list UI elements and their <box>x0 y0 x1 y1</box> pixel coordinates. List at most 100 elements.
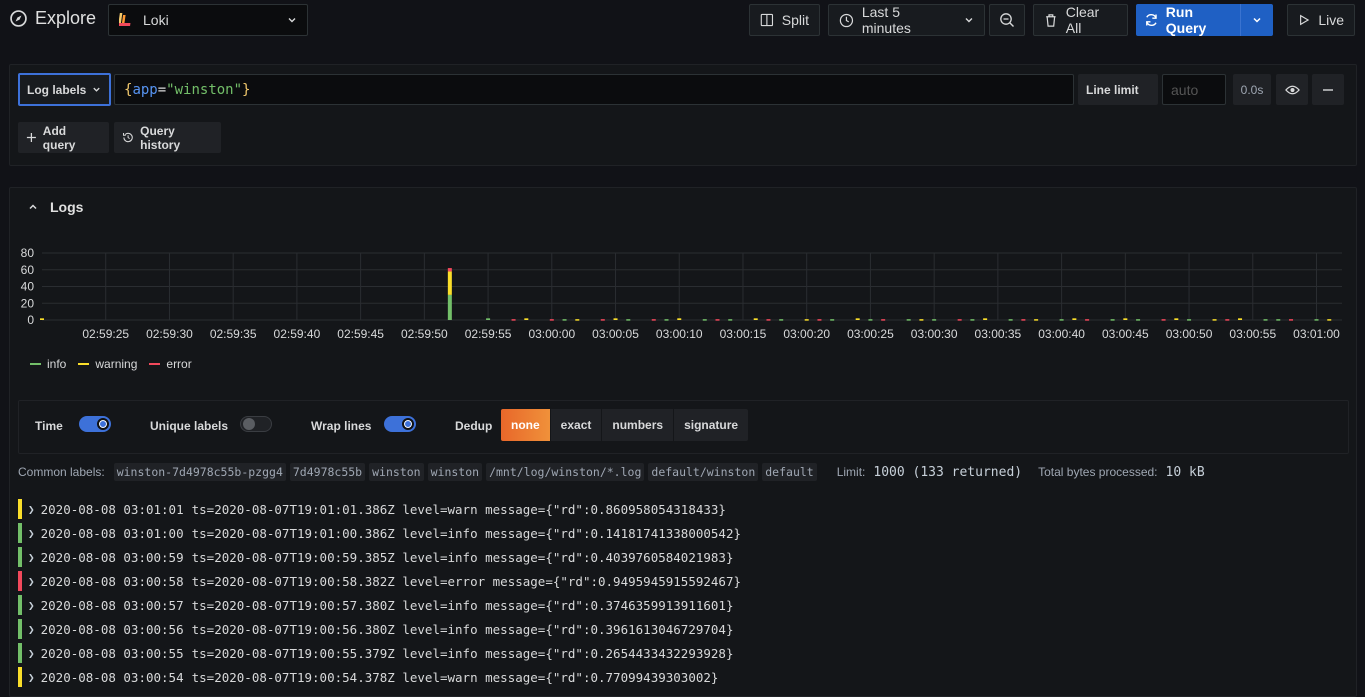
datasource-picker[interactable]: Loki <box>108 4 308 36</box>
log-timestamp: 2020-08-08 03:00:58 <box>40 573 184 589</box>
bar-error <box>1085 319 1090 321</box>
eye-icon <box>1284 85 1300 94</box>
bar-warning <box>919 319 924 321</box>
x-tick-label: 03:00:05 <box>592 327 639 341</box>
live-label: Live <box>1318 12 1344 28</box>
log-level-indicator <box>18 619 22 639</box>
logs-collapse-toggle[interactable]: Logs <box>28 199 83 215</box>
log-level-indicator <box>18 667 22 687</box>
split-button[interactable]: Split <box>749 4 820 36</box>
log-row[interactable]: ❯ 2020-08-08 03:00:59 ts=2020-08-07T19:00:… <box>18 545 1349 569</box>
dedup-radio-group: none exact numbers signature <box>501 409 749 441</box>
log-options-bar: Time Unique labels Wrap lines Dedup none… <box>18 400 1349 454</box>
bar-warning <box>1174 318 1179 320</box>
log-labels-label: Log labels <box>27 82 87 97</box>
y-tick-label: 80 <box>21 246 35 260</box>
log-row[interactable]: ❯ 2020-08-08 03:00:57 ts=2020-08-07T19:00:… <box>18 593 1349 617</box>
zoom-out-icon <box>1000 13 1014 27</box>
chevron-right-icon: ❯ <box>28 526 35 540</box>
bar-error <box>600 319 605 321</box>
legend-swatch <box>149 363 161 365</box>
x-tick-label: 03:00:25 <box>847 327 894 341</box>
bar-info <box>1008 319 1013 321</box>
play-icon <box>1300 14 1310 26</box>
log-labels-button[interactable]: Log labels <box>18 73 111 106</box>
add-query-label: Add query <box>42 123 76 152</box>
legend-label: error <box>166 357 192 371</box>
add-query-button[interactable]: Add query <box>18 122 109 153</box>
loki-logo-icon <box>119 13 131 26</box>
bar-error <box>766 319 771 321</box>
bar-error <box>817 319 822 321</box>
live-button[interactable]: Live <box>1287 4 1355 36</box>
chevron-up-icon <box>29 204 37 210</box>
log-row[interactable]: ❯ 2020-08-08 03:00:54 ts=2020-08-07T19:00:… <box>18 665 1349 689</box>
y-tick-label: 40 <box>21 280 35 294</box>
log-timestamp: 2020-08-08 03:00:56 <box>40 621 184 637</box>
bar-warning <box>1034 319 1039 321</box>
wrap-lines-toggle[interactable] <box>384 416 416 432</box>
common-label-chip: winston-7d4978c55b-pzgg4 <box>113 463 286 481</box>
bar-warning <box>1123 318 1128 320</box>
dedup-numbers-button[interactable]: numbers <box>602 409 675 441</box>
bar-info <box>702 319 707 321</box>
chevron-down-icon <box>965 18 973 23</box>
wrap-lines-option-label: Wrap lines <box>311 419 372 433</box>
log-row[interactable]: ❯ 2020-08-08 03:00:58 ts=2020-08-07T19:00:… <box>18 569 1349 593</box>
legend-item-error[interactable]: error <box>149 357 192 371</box>
bytes-processed-label: Total bytes processed: <box>1038 465 1158 479</box>
query-brace-close: } <box>242 81 251 98</box>
remove-query-button[interactable] <box>1312 74 1344 105</box>
toggle-knob <box>97 418 109 430</box>
time-range-picker[interactable]: Last 5 minutes <box>828 4 985 36</box>
clear-all-button[interactable]: Clear All <box>1033 4 1128 36</box>
bar-info <box>932 319 937 321</box>
query-label-value: "winston" <box>166 81 243 98</box>
x-tick-label: 02:59:30 <box>146 327 193 341</box>
run-query-button[interactable]: Run Query <box>1136 4 1241 36</box>
x-tick-label: 02:59:25 <box>82 327 129 341</box>
bar-info <box>728 319 733 321</box>
bar-warning <box>575 319 580 321</box>
x-tick-label: 03:01:00 <box>1293 327 1340 341</box>
page-title: Explore <box>35 8 97 28</box>
bar-info <box>779 319 784 321</box>
common-label-chip: 7d4978c55b <box>289 463 366 481</box>
line-limit-placeholder: auto <box>1171 81 1199 98</box>
toggle-query-button[interactable] <box>1276 74 1308 105</box>
bar-warning <box>753 318 758 320</box>
logs-title: Logs <box>50 199 84 215</box>
log-row[interactable]: ❯ 2020-08-08 03:01:00 ts=2020-08-07T19:01:… <box>18 521 1349 545</box>
query-editor[interactable]: {app = "winston"} <box>114 74 1074 105</box>
log-row[interactable]: ❯ 2020-08-08 03:00:55 ts=2020-08-07T19:00:… <box>18 641 1349 665</box>
x-tick-label: 02:59:45 <box>337 327 384 341</box>
chevron-right-icon: ❯ <box>28 502 35 516</box>
time-toggle[interactable] <box>79 416 111 432</box>
unique-labels-option-label: Unique labels <box>150 419 229 433</box>
log-level-indicator <box>18 523 22 543</box>
log-timestamp: 2020-08-08 03:00:54 <box>40 669 184 685</box>
log-line: ts=2020-08-07T19:00:54.378Z level=warn m… <box>191 669 719 685</box>
dedup-signature-button[interactable]: signature <box>674 409 749 441</box>
common-label-chip: winston <box>369 463 424 481</box>
legend-swatch <box>78 363 90 365</box>
zoom-out-button[interactable] <box>989 4 1025 36</box>
legend-item-warning[interactable]: warning <box>78 357 137 371</box>
line-limit-input[interactable]: auto <box>1162 74 1226 105</box>
log-row[interactable]: ❯ 2020-08-08 03:00:56 ts=2020-08-07T19:00:… <box>18 617 1349 641</box>
run-query-interval-dropdown[interactable] <box>1241 4 1273 36</box>
unique-labels-toggle[interactable] <box>240 416 272 432</box>
trash-icon <box>1046 13 1056 27</box>
logs-volume-chart: 0 20 40 60 80 02:59:25 02:59:30 02:59:35 02:59:4… <box>21 246 1342 341</box>
query-history-button[interactable]: Query history <box>114 122 221 153</box>
dedup-none-button[interactable]: none <box>501 409 551 441</box>
bar-warning <box>983 318 988 320</box>
history-icon <box>122 132 133 143</box>
toggle-knob <box>402 418 414 430</box>
x-tick-label: 02:59:35 <box>210 327 257 341</box>
legend-item-info[interactable]: info <box>30 357 66 371</box>
dedup-exact-button[interactable]: exact <box>550 409 603 441</box>
toggle-knob <box>243 418 255 430</box>
log-row[interactable]: ❯ 2020-08-08 03:01:01 ts=2020-08-07T19:01:… <box>18 497 1349 521</box>
query-time: 0.0s <box>1233 74 1271 105</box>
